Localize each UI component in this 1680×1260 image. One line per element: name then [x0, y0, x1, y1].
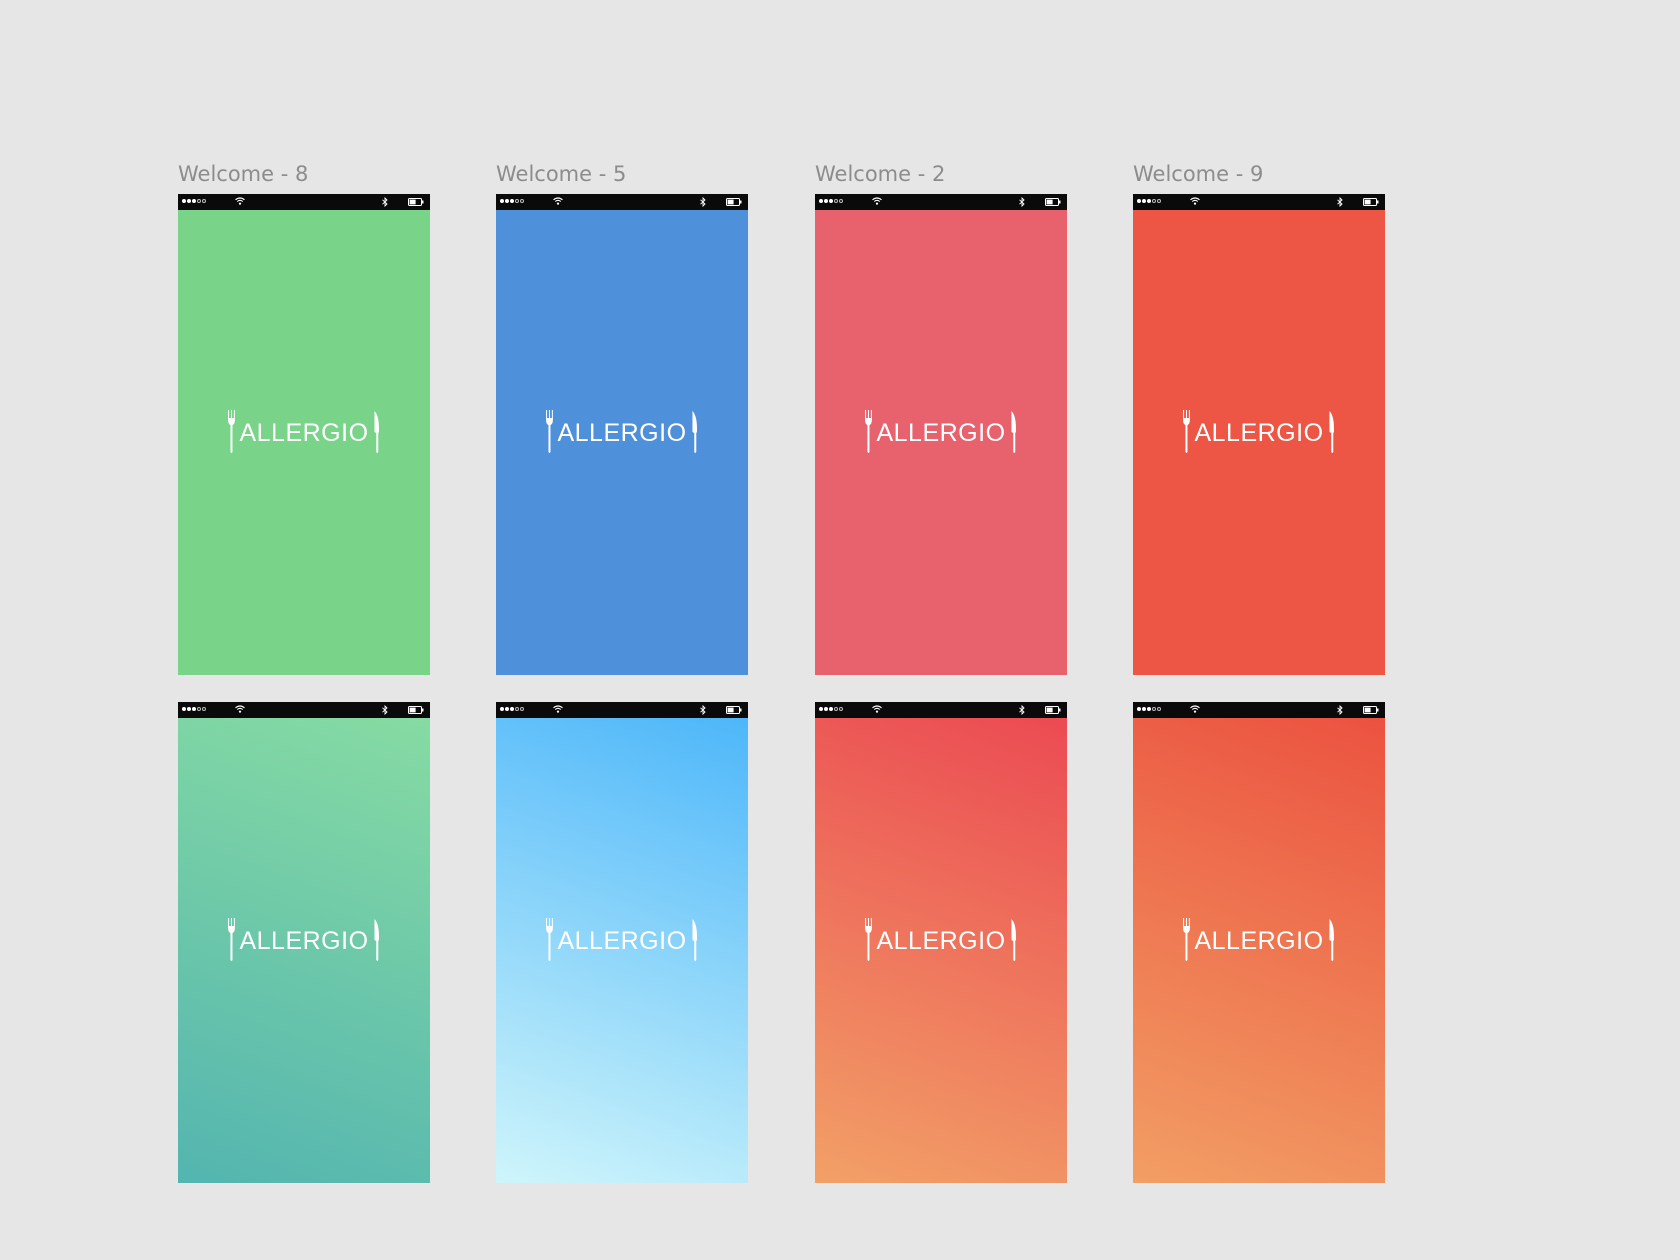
knife-icon: [374, 919, 380, 961]
signal-dots-icon: [1137, 199, 1161, 203]
fork-icon: [865, 918, 872, 961]
status-bar: [815, 194, 1067, 210]
bluetooth-icon: [382, 197, 388, 207]
wifi-icon: [553, 197, 563, 205]
design-canvas: { "canvas": { "background": "#e6e6e6" },…: [0, 0, 1680, 1260]
app-logo: ALLERGIO: [226, 917, 381, 963]
artboard-gradient-green[interactable]: ALLERGIO: [178, 702, 430, 1183]
wifi-icon: [872, 197, 882, 205]
status-bar: [496, 702, 748, 718]
artboard-title[interactable]: Welcome - 2: [815, 162, 945, 186]
knife-icon: [1011, 411, 1017, 453]
welcome-screen: ALLERGIO: [815, 194, 1067, 675]
app-logo: ALLERGIO: [863, 917, 1018, 963]
app-logo: ALLERGIO: [1181, 917, 1336, 963]
bluetooth-icon: [1337, 197, 1343, 207]
status-bar: [1133, 702, 1385, 718]
knife-icon: [692, 919, 698, 961]
welcome-screen: ALLERGIO: [496, 194, 748, 675]
wifi-icon: [235, 197, 245, 205]
welcome-screen: ALLERGIO: [815, 702, 1067, 1183]
signal-dots-icon: [182, 707, 206, 711]
artboard-welcome-5[interactable]: Welcome - 5 ALLERGIO: [496, 162, 748, 675]
artboard-gradient-red[interactable]: ALLERGIO: [815, 702, 1067, 1183]
app-logo: ALLERGIO: [544, 409, 699, 455]
brand-wordmark: ALLERGIO: [239, 926, 369, 955]
signal-dots-icon: [500, 199, 524, 203]
artboard-title[interactable]: Welcome - 5: [496, 162, 626, 186]
app-logo: ALLERGIO: [863, 409, 1018, 455]
brand-wordmark: ALLERGIO: [1194, 926, 1324, 955]
bluetooth-icon: [1019, 197, 1025, 207]
fork-icon: [228, 410, 235, 453]
app-logo: ALLERGIO: [544, 917, 699, 963]
battery-icon: [1045, 198, 1061, 206]
artboard-gradient-blue[interactable]: ALLERGIO: [496, 702, 748, 1183]
fork-icon: [865, 410, 872, 453]
signal-dots-icon: [500, 707, 524, 711]
welcome-screen: ALLERGIO: [178, 194, 430, 675]
artboard-title[interactable]: Welcome - 8: [178, 162, 308, 186]
signal-dots-icon: [819, 199, 843, 203]
battery-icon: [1363, 706, 1379, 714]
artboard-welcome-8[interactable]: Welcome - 8 ALLERGIO: [178, 162, 430, 675]
battery-icon: [408, 706, 424, 714]
knife-icon: [374, 411, 380, 453]
artboard-welcome-2[interactable]: Welcome - 2 ALLERGIO: [815, 162, 1067, 675]
welcome-screen: ALLERGIO: [1133, 194, 1385, 675]
status-bar: [815, 702, 1067, 718]
status-bar: [178, 702, 430, 718]
battery-icon: [408, 198, 424, 206]
signal-dots-icon: [819, 707, 843, 711]
wifi-icon: [1190, 705, 1200, 713]
battery-icon: [726, 198, 742, 206]
artboard-title[interactable]: Welcome - 9: [1133, 162, 1263, 186]
brand-wordmark: ALLERGIO: [876, 418, 1006, 447]
welcome-screen: ALLERGIO: [178, 702, 430, 1183]
knife-icon: [1329, 411, 1335, 453]
signal-dots-icon: [182, 199, 206, 203]
brand-wordmark: ALLERGIO: [876, 926, 1006, 955]
wifi-icon: [872, 705, 882, 713]
battery-icon: [726, 706, 742, 714]
wifi-icon: [235, 705, 245, 713]
status-bar: [1133, 194, 1385, 210]
brand-wordmark: ALLERGIO: [557, 418, 687, 447]
battery-icon: [1363, 198, 1379, 206]
bluetooth-icon: [700, 705, 706, 715]
artboard-gradient-orange[interactable]: ALLERGIO: [1133, 702, 1385, 1183]
bluetooth-icon: [700, 197, 706, 207]
app-logo: ALLERGIO: [226, 409, 381, 455]
knife-icon: [692, 411, 698, 453]
artboard-welcome-9[interactable]: Welcome - 9 ALLERGIO: [1133, 162, 1385, 675]
bluetooth-icon: [382, 705, 388, 715]
fork-icon: [546, 918, 553, 961]
welcome-screen: ALLERGIO: [496, 702, 748, 1183]
fork-icon: [228, 918, 235, 961]
wifi-icon: [553, 705, 563, 713]
wifi-icon: [1190, 197, 1200, 205]
knife-icon: [1329, 919, 1335, 961]
fork-icon: [1183, 918, 1190, 961]
battery-icon: [1045, 706, 1061, 714]
status-bar: [178, 194, 430, 210]
fork-icon: [1183, 410, 1190, 453]
bluetooth-icon: [1019, 705, 1025, 715]
welcome-screen: ALLERGIO: [1133, 702, 1385, 1183]
brand-wordmark: ALLERGIO: [239, 418, 369, 447]
brand-wordmark: ALLERGIO: [1194, 418, 1324, 447]
app-logo: ALLERGIO: [1181, 409, 1336, 455]
brand-wordmark: ALLERGIO: [557, 926, 687, 955]
signal-dots-icon: [1137, 707, 1161, 711]
bluetooth-icon: [1337, 705, 1343, 715]
status-bar: [496, 194, 748, 210]
knife-icon: [1011, 919, 1017, 961]
fork-icon: [546, 410, 553, 453]
